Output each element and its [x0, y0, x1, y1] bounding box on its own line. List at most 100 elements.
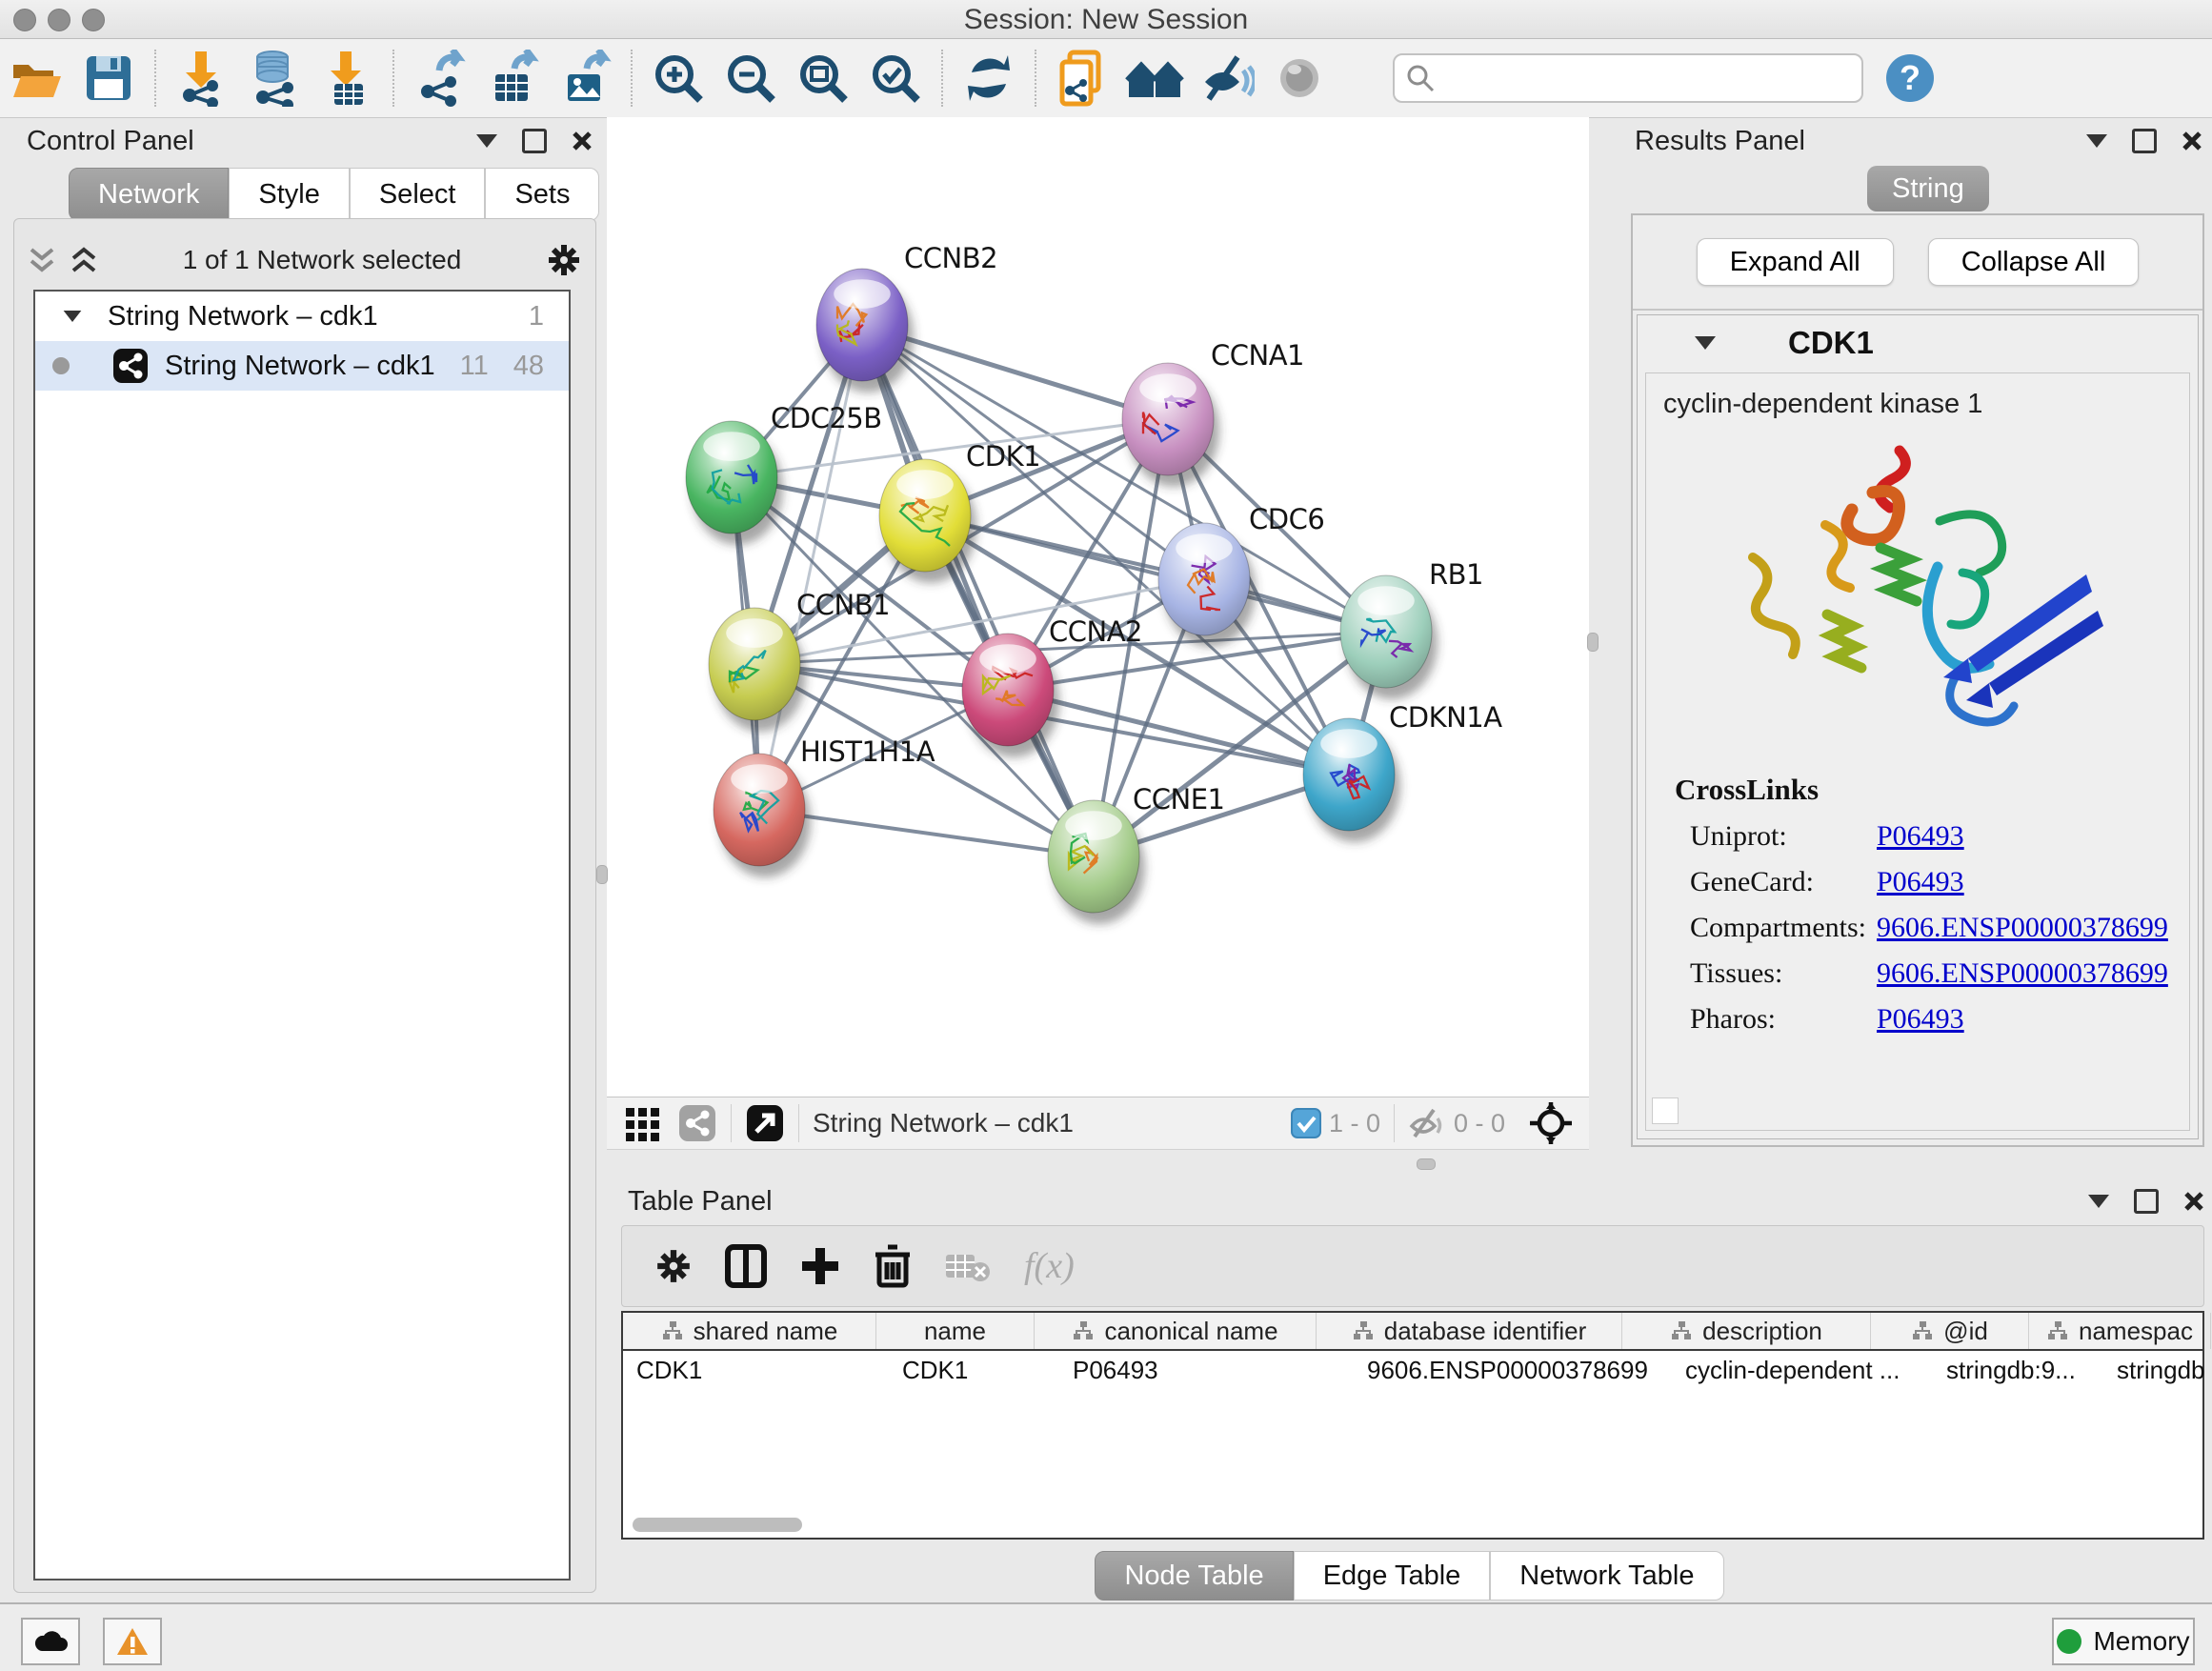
tab-network[interactable]: Network	[69, 168, 229, 221]
cloud-icon	[32, 1628, 69, 1655]
table-cell[interactable]: CDK1	[623, 1351, 889, 1389]
table-cell[interactable]: cyclin-dependent ...	[1672, 1351, 1933, 1389]
save-session-icon[interactable]	[78, 48, 139, 109]
network-node-CCNB1[interactable]	[709, 608, 806, 732]
network-canvas[interactable]: CCNB2CCNA1CDC25BCDK1CDC6RB1CCNB1CCNA2CDK…	[607, 117, 1589, 1097]
search-input[interactable]	[1435, 58, 1861, 98]
crosslink-link[interactable]: 9606.ENSP00000378699	[1877, 957, 2168, 990]
tab-network-table[interactable]: Network Table	[1490, 1551, 1723, 1601]
zoom-out-icon[interactable]	[720, 48, 781, 109]
export-image-icon[interactable]	[554, 48, 615, 109]
table-cell[interactable]: 9606.ENSP00000378699	[1354, 1351, 1672, 1389]
collapse-all-icon[interactable]	[28, 244, 56, 276]
hierarchy-icon	[661, 1319, 684, 1342]
horizontal-splitter-handle[interactable]	[1417, 1158, 1436, 1170]
column-header-name[interactable]: name	[876, 1313, 1035, 1349]
network-node-CDKN1A[interactable]	[1303, 718, 1400, 842]
hide-view-icon[interactable]	[1196, 48, 1257, 109]
tab-style[interactable]: Style	[229, 168, 349, 221]
horizontal-scrollbar[interactable]	[633, 1518, 802, 1532]
column-header-namespac[interactable]: namespac	[2029, 1313, 2211, 1349]
birdseye-icon[interactable]	[1528, 1100, 1574, 1146]
tab-edge-table[interactable]: Edge Table	[1294, 1551, 1491, 1601]
gene-expand-caret-icon[interactable]	[1695, 336, 1716, 350]
expand-all-icon[interactable]	[70, 244, 98, 276]
left-splitter-handle[interactable]	[596, 865, 608, 884]
table-cell[interactable]: CDK1	[889, 1351, 1059, 1389]
hidden-eye-icon[interactable]	[1408, 1107, 1446, 1139]
column-header-canonical-name[interactable]: canonical name	[1035, 1313, 1317, 1349]
network-row-selected[interactable]: String Network – cdk1 11 48	[35, 341, 569, 391]
network-node-CCNE1[interactable]	[1048, 800, 1145, 924]
crosslink-link[interactable]: P06493	[1877, 866, 1964, 898]
float-panel-icon[interactable]	[522, 129, 547, 153]
warning-status-button[interactable]	[103, 1618, 162, 1665]
export-network-icon[interactable]	[410, 48, 471, 109]
table-row[interactable]: CDK1CDK1P064939606.ENSP00000378699cyclin…	[623, 1351, 2202, 1389]
close-panel-icon[interactable]	[2182, 131, 2202, 151]
zoom-fit-icon[interactable]	[793, 48, 854, 109]
panel-menu-caret-icon[interactable]	[476, 134, 497, 148]
panel-menu-caret-icon[interactable]	[2088, 1195, 2109, 1208]
import-network-database-icon[interactable]	[244, 48, 305, 109]
delete-column-icon[interactable]	[874, 1243, 912, 1289]
collection-expand-caret-icon[interactable]	[64, 311, 82, 322]
network-collection-row[interactable]: String Network – cdk1 1	[35, 292, 569, 341]
search-box[interactable]	[1393, 53, 1863, 103]
table-cell[interactable]: stringdb	[2103, 1351, 2212, 1389]
export-table-icon[interactable]	[482, 48, 543, 109]
close-panel-icon[interactable]	[572, 131, 593, 151]
tab-node-table[interactable]: Node Table	[1095, 1551, 1293, 1601]
network-options-gear-icon[interactable]	[546, 242, 582, 278]
tab-string[interactable]: String	[1867, 166, 1989, 211]
network-node-HIST1H1A[interactable]	[714, 754, 811, 877]
column-header-shared-name[interactable]: shared name	[623, 1313, 876, 1349]
open-in-new-window-icon[interactable]	[745, 1103, 785, 1143]
column-label: namespac	[2079, 1317, 2193, 1346]
close-panel-icon[interactable]	[2183, 1191, 2204, 1212]
open-session-icon[interactable]	[6, 48, 67, 109]
table-cell[interactable]: P06493	[1059, 1351, 1354, 1389]
help-icon[interactable]: ?	[1886, 54, 1934, 102]
cloud-status-button[interactable]	[21, 1618, 80, 1665]
network-edge[interactable]	[862, 325, 1094, 856]
network-node-CCNB2[interactable]	[816, 269, 914, 393]
grid-overview-icon[interactable]	[624, 1104, 662, 1142]
column-header-database-identifier[interactable]: database identifier	[1317, 1313, 1622, 1349]
import-network-file-icon[interactable]	[171, 48, 232, 109]
collapse-all-button[interactable]: Collapse All	[1928, 238, 2140, 286]
selected-checkbox-icon[interactable]	[1291, 1108, 1321, 1138]
settings-gear-icon[interactable]	[654, 1247, 693, 1285]
refresh-view-icon[interactable]	[958, 48, 1019, 109]
network-node-CDC25B[interactable]	[686, 421, 783, 545]
crosslink-link[interactable]: 9606.ENSP00000378699	[1877, 912, 2168, 944]
tab-select[interactable]: Select	[350, 168, 486, 221]
float-panel-icon[interactable]	[2134, 1189, 2159, 1214]
expand-all-button[interactable]: Expand All	[1697, 238, 1894, 286]
crosslink-link[interactable]: P06493	[1877, 1003, 1964, 1036]
float-panel-icon[interactable]	[2132, 129, 2157, 153]
memory-button[interactable]: Memory	[2052, 1618, 2195, 1665]
clone-network-icon[interactable]	[1052, 48, 1113, 109]
table-cell[interactable]: stringdb:9...	[1933, 1351, 2103, 1389]
crosslink-link[interactable]: P06493	[1877, 820, 1964, 853]
column-visibility-icon[interactable]	[725, 1244, 767, 1288]
share-gray-icon[interactable]	[677, 1103, 717, 1143]
network-node-CDC6[interactable]	[1158, 523, 1256, 647]
import-table-file-icon[interactable]	[316, 48, 377, 109]
node-label-CDC6: CDC6	[1249, 503, 1324, 535]
gene-section-header[interactable]: CDK1	[1638, 315, 2198, 371]
column-header--id[interactable]: @id	[1871, 1313, 2029, 1349]
show-all-views-icon[interactable]	[1124, 48, 1185, 109]
add-column-icon[interactable]	[799, 1244, 841, 1288]
zoom-selected-icon[interactable]	[865, 48, 926, 109]
node-table[interactable]: shared namenamecanonical namedatabase id…	[621, 1311, 2204, 1540]
network-node-CDK1[interactable]	[879, 459, 976, 583]
zoom-in-icon[interactable]	[648, 48, 709, 109]
network-view-title: String Network – cdk1	[813, 1108, 1074, 1138]
network-node-CCNA2[interactable]	[962, 634, 1059, 757]
tab-sets[interactable]: Sets	[485, 168, 599, 221]
panel-menu-caret-icon[interactable]	[2086, 134, 2107, 148]
network-node-RB1[interactable]	[1340, 575, 1438, 699]
column-header-description[interactable]: description	[1622, 1313, 1871, 1349]
